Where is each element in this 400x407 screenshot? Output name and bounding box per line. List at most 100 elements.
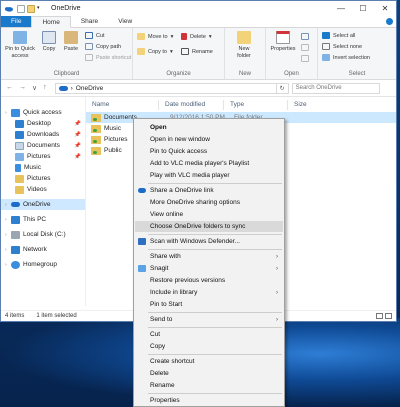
select-all-icon	[322, 32, 330, 39]
menu-pin-to-start[interactable]: Pin to Start	[135, 299, 283, 310]
select-none-icon	[322, 43, 330, 50]
menu-properties[interactable]: Properties	[135, 395, 283, 406]
nav-label: Pictures	[27, 175, 51, 182]
menu-separator	[148, 393, 282, 394]
column-size[interactable]: Size	[288, 100, 348, 110]
menu-pin-to-quick-access[interactable]: Pin to Quick access	[135, 146, 283, 157]
cut-button[interactable]: Cut	[85, 32, 105, 39]
menu-open-in-new-window[interactable]: Open in new window	[135, 134, 283, 145]
onedrive-icon	[138, 188, 146, 193]
menu-copy[interactable]: Copy	[135, 341, 283, 352]
copy-path-button[interactable]: Copy path	[85, 43, 121, 50]
tab-view[interactable]: View	[108, 16, 142, 27]
nav-documents[interactable]: Documents 📌	[1, 140, 85, 151]
column-name[interactable]: Name	[86, 99, 159, 110]
search-input[interactable]: Search OneDrive	[291, 82, 380, 94]
back-button[interactable]: ←	[6, 84, 13, 92]
move-to-button[interactable]: Move to ▾	[137, 33, 173, 40]
copy-path-icon	[85, 43, 93, 50]
homegroup-icon	[11, 260, 20, 269]
menu-send-to[interactable]: Send to ›	[135, 314, 283, 325]
paste-button[interactable]: Paste	[61, 31, 81, 53]
column-type[interactable]: Type	[224, 99, 288, 110]
copy-button[interactable]: Copy	[39, 31, 59, 53]
up-button[interactable]: ↑	[43, 84, 47, 92]
copy-to-button[interactable]: Copy to ▾	[137, 48, 173, 55]
nav-music[interactable]: Music	[1, 162, 85, 173]
menu-add-to-vlc-playlist[interactable]: Add to VLC media player's Playlist	[135, 158, 283, 169]
nav-pictures-pinned[interactable]: Pictures 📌	[1, 151, 85, 162]
refresh-button[interactable]: ↻	[276, 82, 289, 94]
rename-button[interactable]: Rename	[181, 48, 213, 55]
menu-view-online[interactable]: View online	[135, 209, 283, 220]
invert-selection-button[interactable]: Invert selection	[322, 54, 370, 61]
menu-include-in-library[interactable]: Include in library ›	[135, 287, 283, 298]
nav-local-disk[interactable]: › Local Disk (C:)	[1, 229, 85, 240]
new-folder-button[interactable]: New folder	[231, 31, 257, 60]
menu-more-onedrive-sharing[interactable]: More OneDrive sharing options	[135, 197, 283, 208]
nav-quick-access[interactable]: › Quick access	[1, 107, 85, 118]
menu-cut[interactable]: Cut	[135, 329, 283, 340]
forward-button[interactable]: →	[19, 84, 26, 92]
minimize-button[interactable]: —	[330, 4, 352, 13]
rename-label: Rename	[192, 48, 213, 55]
open-button[interactable]	[301, 33, 309, 40]
videos-icon	[15, 185, 24, 194]
customize-qat-icon[interactable]: ▾	[37, 5, 43, 13]
properties-label: Properties	[270, 46, 296, 52]
desktop-icon	[15, 119, 24, 128]
menu-choose-onedrive-folders[interactable]: Choose OneDrive folders to sync	[135, 221, 283, 232]
paste-shortcut-button[interactable]: Paste shortcut	[85, 54, 131, 61]
cut-label: Cut	[96, 32, 105, 39]
recent-locations-button[interactable]: ∨	[32, 84, 37, 92]
documents-icon	[15, 141, 24, 150]
select-group: Select all Select none Invert selection …	[318, 28, 396, 79]
nav-videos[interactable]: Videos	[1, 184, 85, 195]
tab-share[interactable]: Share	[71, 16, 108, 27]
tab-home[interactable]: Home	[31, 16, 71, 28]
file-name: Pictures	[104, 136, 128, 143]
new-folder-icon	[237, 31, 251, 44]
address-field[interactable]: › OneDrive	[54, 82, 277, 94]
menu-rename[interactable]: Rename	[135, 380, 283, 391]
menu-restore-previous-versions[interactable]: Restore previous versions	[135, 275, 283, 286]
menu-open[interactable]: Open	[135, 122, 283, 133]
quick-access-toolbar: ▾	[17, 4, 43, 13]
nav-homegroup[interactable]: › Homegroup	[1, 259, 85, 270]
nav-desktop[interactable]: Desktop 📌	[1, 118, 85, 129]
menu-share-with[interactable]: Share with ›	[135, 251, 283, 262]
nav-downloads[interactable]: Downloads 📌	[1, 129, 85, 140]
nav-onedrive[interactable]: › OneDrive	[1, 199, 85, 210]
tab-file[interactable]: File	[1, 16, 32, 27]
context-menu: Open Open in new window Pin to Quick acc…	[133, 118, 285, 407]
breadcrumb-onedrive[interactable]: OneDrive	[76, 85, 103, 92]
large-icons-view-icon[interactable]	[385, 313, 392, 319]
select-group-label: Select	[348, 71, 366, 77]
menu-share-onedrive-link[interactable]: Share a OneDrive link	[135, 185, 283, 196]
history-button[interactable]	[301, 55, 309, 62]
invert-selection-label: Invert selection	[333, 54, 370, 61]
maximize-button[interactable]: ☐	[352, 4, 374, 13]
nav-label: Network	[23, 246, 47, 253]
menu-snagit[interactable]: Snagit ›	[135, 263, 283, 274]
delete-button[interactable]: Delete ▾	[181, 33, 212, 40]
help-button[interactable]	[382, 16, 396, 27]
nav-this-pc[interactable]: › This PC	[1, 214, 85, 225]
select-all-button[interactable]: Select all	[322, 32, 355, 39]
column-date-modified[interactable]: Date modified	[159, 99, 224, 110]
menu-play-with-vlc[interactable]: Play with VLC media player	[135, 170, 283, 181]
nav-pictures[interactable]: Pictures	[1, 173, 85, 184]
edit-button[interactable]	[301, 44, 309, 51]
properties-button[interactable]: Properties	[268, 31, 298, 53]
close-button[interactable]: ✕	[374, 4, 396, 13]
menu-scan-windows-defender[interactable]: Scan with Windows Defender...	[135, 236, 283, 247]
onedrive-icon	[11, 202, 20, 207]
pin-to-quick-access-button[interactable]: Pin to Quick access	[3, 31, 37, 60]
details-view-icon[interactable]	[376, 313, 383, 319]
new-folder-qat-icon[interactable]	[27, 4, 35, 13]
menu-delete[interactable]: Delete	[135, 368, 283, 379]
nav-network[interactable]: › Network	[1, 244, 85, 255]
select-none-button[interactable]: Select none	[322, 43, 362, 50]
menu-create-shortcut[interactable]: Create shortcut	[135, 356, 283, 367]
properties-qat-icon[interactable]	[17, 4, 25, 13]
